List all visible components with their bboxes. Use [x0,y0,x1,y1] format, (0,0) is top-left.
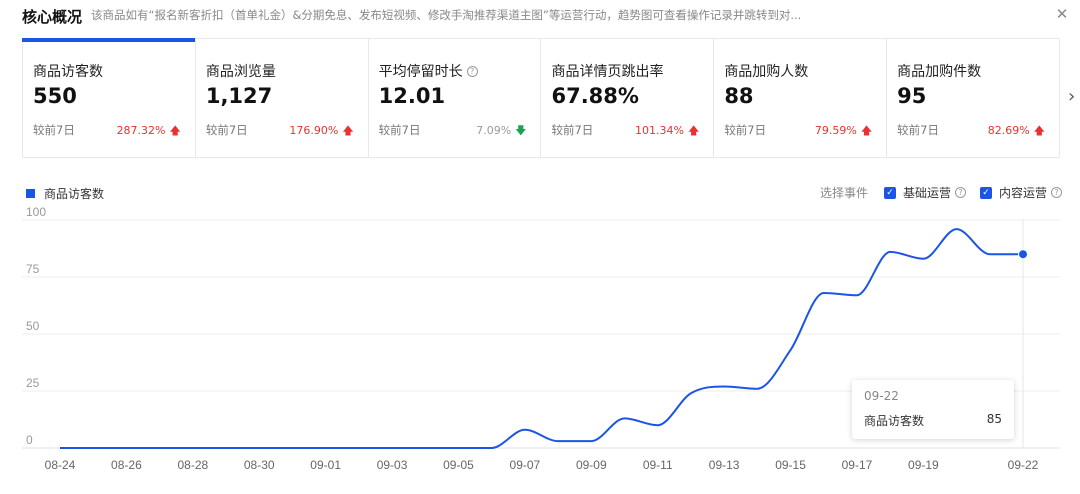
metric-compare-label: 较前7日 [205,123,248,137]
x-tick-label: 09-22 [1008,458,1039,472]
x-tick-label: 08-24 [45,458,76,472]
legend-swatch [26,189,35,198]
metric-change: 287.32% 🡅 [116,124,181,137]
tooltip-series-name: 商品访客数 [864,414,925,428]
x-tick-label: 09-13 [709,458,740,472]
x-tick-label: 09-07 [510,458,541,472]
metric-label: 平均停留时长? [379,61,478,81]
arrow-up-icon: 🡅 [169,124,181,137]
legend-label: 商品访客数 [44,187,105,201]
events-label: 选择事件 [820,186,869,200]
metric-card-visitors[interactable]: 商品访客数 550 较前7日 287.32% 🡅 [22,38,196,157]
arrow-up-icon: 🡅 [688,124,700,137]
trend-chart[interactable]: 0 25 50 75 100 08-24 08-26 08-28 08-30 09-01 09-03… [0,205,1080,494]
y-tick-label: 50 [26,319,40,333]
x-tick-label: 08-28 [177,458,208,472]
x-tick-label: 08-30 [244,458,275,472]
metric-compare-label: 较前7日 [33,123,75,137]
metric-compare-label: 较前7日 [897,123,939,137]
metric-value: 88 [724,84,754,108]
y-tick-label: 25 [26,376,40,390]
event-label: 基础运营 [903,186,952,200]
event-checkbox-content[interactable]: ✓ 内容运营 ? [980,184,1063,201]
metric-compare-label: 较前7日 [551,123,594,137]
y-tick-label: 75 [26,262,40,276]
arrow-up-icon: 🡅 [860,124,873,137]
y-tick-label: 100 [26,205,46,219]
metric-label: 商品访客数 [33,64,103,80]
metric-card-cart-users[interactable]: 商品加购人数 88 较前7日 79.59% 🡅 [714,39,888,157]
metric-card-bounce-rate[interactable]: 商品详情页跳出率 67.88% 较前7日 101.34% 🡅 [541,39,715,157]
x-tick-label: 09-19 [908,458,939,472]
metric-value: 95 [897,84,927,108]
x-tick-label: 09-01 [310,458,341,472]
metric-card-cart-items[interactable]: 商品加购件数 95 较前7日 82.69% 🡅 [887,39,1059,157]
checkbox-checked-icon[interactable]: ✓ [884,186,897,199]
x-tick-label: 09-09 [576,458,607,472]
event-selector: 选择事件 ✓ 基础运营 ? ✓ 内容运营 ? [820,184,1063,201]
help-circle-icon[interactable]: ? [1051,187,1063,198]
checkbox-checked-icon[interactable]: ✓ [980,186,993,199]
metric-change: 82.69% 🡅 [987,124,1045,137]
metric-label: 商品详情页跳出率 [551,64,664,80]
page-title: 核心概况 [22,8,83,26]
close-icon[interactable]: ✕ [1053,5,1071,23]
metric-card-pageviews[interactable]: 商品浏览量 1,127 较前7日 176.90% 🡅 [196,39,369,157]
chart-tooltip: 09-22 商品访客数 85 [852,380,1014,439]
metric-card-avg-stay[interactable]: 平均停留时长? 12.01 较前7日 7.09% 🡇 [369,39,542,157]
help-circle-icon[interactable]: ? [955,187,967,198]
metric-value: 12.01 [378,84,446,108]
arrow-up-icon: 🡅 [1033,124,1045,137]
metric-label: 商品加购人数 [724,64,809,80]
x-tick-label: 09-17 [842,458,873,472]
event-label: 内容运营 [999,186,1048,200]
event-checkbox-basic[interactable]: ✓ 基础运营 ? [884,184,967,201]
metric-change: 176.90% 🡅 [289,124,354,137]
metric-change: 101.34% 🡅 [635,124,700,137]
metric-change: 79.59% 🡅 [814,124,873,137]
help-circle-icon[interactable]: ? [466,66,478,77]
chart-legend[interactable]: 商品访客数 [26,185,104,202]
x-tick-label: 09-03 [377,458,408,472]
data-point-highlight [1018,249,1028,260]
chevron-right-icon[interactable]: › [1068,86,1075,107]
x-tick-label: 09-15 [775,458,806,472]
y-tick-label: 0 [26,433,33,447]
x-tick-label: 08-26 [111,458,142,472]
tooltip-date: 09-22 [864,389,899,403]
metric-value: 1,127 [205,84,273,108]
metric-change: 7.09% 🡇 [476,124,527,137]
metric-label: 商品加购件数 [897,64,982,80]
metric-cards: 商品访客数 550 较前7日 287.32% 🡅 商品浏览量 1,127 较前7日… [22,38,1060,158]
header-description: 该商品如有“报名新客折扣（首单礼金）&分期免息、发布短视频、修改手淘推荐渠道主图… [91,8,802,22]
tooltip-value: 85 [986,412,1002,426]
x-tick-label: 09-11 [643,458,673,472]
metric-compare-label: 较前7日 [378,123,421,137]
header: 核心概况 该商品如有“报名新客折扣（首单礼金）&分期免息、发布短视频、修改手淘推… [0,0,1080,36]
metric-value: 67.88% [551,84,639,108]
metric-value: 550 [33,84,77,108]
arrow-up-icon: 🡅 [342,124,354,137]
arrow-down-icon: 🡇 [515,124,527,137]
metric-label: 商品浏览量 [205,64,276,80]
metric-compare-label: 较前7日 [724,123,767,137]
x-tick-label: 09-05 [443,458,474,472]
